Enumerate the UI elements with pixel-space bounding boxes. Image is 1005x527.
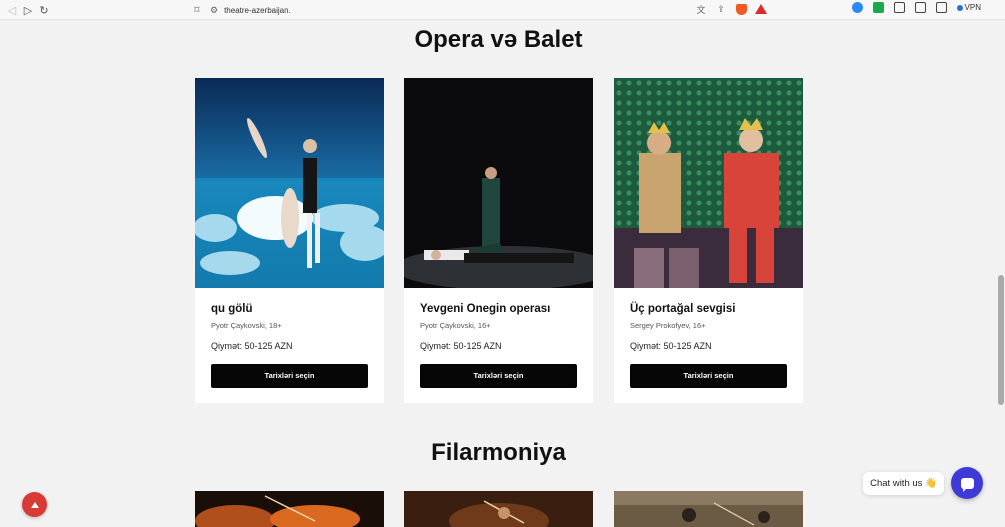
event-card: Üç portağal sevgisi Sergey Prokofyev, 16… <box>614 78 803 403</box>
vpn-button[interactable]: VPN <box>956 3 981 12</box>
page-scrollbar[interactable] <box>997 20 1005 527</box>
event-title[interactable]: Yevgeni Onegin operası <box>420 303 577 315</box>
warning-triangle-icon[interactable] <box>755 3 767 15</box>
reload-icon[interactable]: ↻ <box>36 2 52 18</box>
event-card: qu gölü Pyotr Çaykovski, 18+ Qiymət: 50-… <box>195 78 384 403</box>
event-card <box>195 491 384 527</box>
chat-bubble-icon <box>960 477 974 492</box>
address-bar[interactable]: ⚙ theatre-azerbaijan. 文 ⇪ <box>210 2 775 18</box>
sidebar-toggle-icon[interactable] <box>914 2 926 13</box>
extension-blue-icon[interactable] <box>851 2 863 13</box>
select-dates-button[interactable]: Tarixləri seçin <box>211 364 368 388</box>
vpn-label: VPN <box>964 3 981 12</box>
forward-arrow-icon[interactable]: ▷ <box>20 2 36 18</box>
extension-green-icon[interactable] <box>872 2 884 13</box>
event-price: Qiymət: 50-125 AZN <box>420 341 502 351</box>
back-arrow-icon[interactable]: ◁ <box>4 2 20 18</box>
event-card <box>614 491 803 527</box>
event-image-swan-lake[interactable] <box>195 78 384 288</box>
extensions-puzzle-icon[interactable] <box>893 2 905 13</box>
chat-button[interactable] <box>951 467 983 499</box>
section-title-opera: Opera və Balet <box>414 26 583 53</box>
scroll-to-top-button[interactable] <box>22 492 47 517</box>
event-card: Yevgeni Onegin operası Pyotr Çaykovski, … <box>404 78 593 403</box>
event-price: Qiymət: 50-125 AZN <box>211 341 293 351</box>
event-card <box>404 491 593 527</box>
address-bar-area: ⌑ ⚙ theatre-azerbaijan. 文 ⇪ <box>190 2 775 18</box>
share-icon[interactable]: ⇪ <box>715 3 727 15</box>
event-image-concert-1[interactable] <box>195 491 384 527</box>
event-image-concert-2[interactable] <box>404 491 593 527</box>
event-author: Pyotr Çaykovski, 16+ <box>420 321 491 330</box>
url-text: theatre-azerbaijan. <box>224 5 291 15</box>
brave-shield-icon[interactable] <box>735 3 747 15</box>
event-title[interactable]: qu gölü <box>211 303 368 315</box>
arrow-up-icon <box>30 501 39 508</box>
event-author: Pyotr Çaykovski, 18+ <box>211 321 282 330</box>
event-image-concert-3[interactable] <box>614 491 803 527</box>
event-price: Qiymət: 50-125 AZN <box>630 341 712 351</box>
translate-icon[interactable]: 文 <box>695 3 707 15</box>
extensions-area: VPN <box>851 2 1005 13</box>
event-title[interactable]: Üç portağal sevgisi <box>630 303 787 315</box>
bookmark-icon[interactable]: ⌑ <box>190 5 204 16</box>
address-bar-actions: 文 ⇪ <box>695 3 767 15</box>
tune-icon[interactable]: ⚙ <box>210 5 218 16</box>
event-image-onegin[interactable] <box>404 78 593 288</box>
section-title-philharmonic: Filarmoniya <box>431 439 566 466</box>
event-author: Sergey Prokofyev, 16+ <box>630 321 706 330</box>
event-image-three-oranges[interactable] <box>614 78 803 288</box>
select-dates-button[interactable]: Tarixləri seçin <box>420 364 577 388</box>
scrollbar-thumb[interactable] <box>998 275 1004 405</box>
wallet-icon[interactable] <box>935 2 947 13</box>
browser-toolbar: ◁ ▷ ↻ ⌑ ⚙ theatre-azerbaijan. 文 ⇪ VPN <box>0 0 1005 20</box>
vpn-status-icon <box>956 4 963 11</box>
chat-with-us-label[interactable]: Chat with us 👋 <box>863 472 944 495</box>
select-dates-button[interactable]: Tarixləri seçin <box>630 364 787 388</box>
